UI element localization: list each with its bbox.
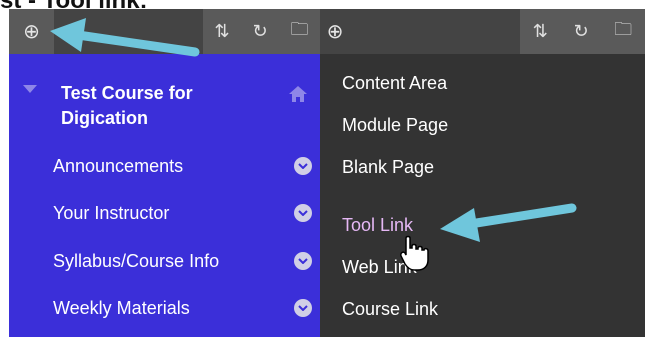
- toolbar-actions: ⇅ ↻ 🗀: [203, 9, 320, 54]
- dropdown-item-content-area[interactable]: Content Area: [342, 68, 447, 98]
- toolbar-actions: ⇅ ↻ 🗀: [520, 9, 645, 54]
- menu-item-label: Announcements: [53, 155, 184, 176]
- add-menu-item-button[interactable]: ⊕: [9, 9, 54, 54]
- plus-circle-icon: ⊕: [326, 21, 344, 43]
- menu-item-your-instructor[interactable]: Your Instructor: [53, 193, 312, 233]
- collapse-caret-icon[interactable]: [23, 85, 37, 93]
- dropdown-item-course-link[interactable]: Course Link: [342, 294, 438, 324]
- home-icon[interactable]: [288, 85, 308, 103]
- dropdown-item-web-link[interactable]: Web Link: [342, 252, 417, 282]
- chevron-down-icon[interactable]: [294, 252, 312, 270]
- dropdown-toolbar: ⊕ ⇅ ↻ 🗀: [320, 9, 645, 54]
- dropdown-item-blank-page[interactable]: Blank Page: [342, 152, 434, 182]
- menu-item-weekly-materials[interactable]: Weekly Materials: [53, 288, 312, 328]
- reorder-arrows-icon[interactable]: ⇅: [533, 21, 548, 42]
- reorder-arrows-icon[interactable]: ⇅: [214, 21, 229, 42]
- dropdown-item-tool-link[interactable]: Tool Link: [342, 210, 413, 240]
- chevron-down-icon[interactable]: [294, 157, 312, 175]
- course-menu: Test Course for Digication Announcements…: [9, 54, 320, 337]
- refresh-icon[interactable]: ↻: [573, 21, 588, 42]
- dropdown-item-label: Tool Link: [342, 214, 414, 235]
- folder-icon[interactable]: 🗀: [291, 17, 309, 47]
- menu-item-syllabus[interactable]: Syllabus/Course Info: [53, 241, 312, 281]
- course-title[interactable]: Test Course for Digication: [61, 81, 251, 131]
- course-menu-toolbar: ⊕ ⇅ ↻ 🗀: [9, 9, 320, 54]
- dropdown-item-label: Course Link: [342, 298, 439, 319]
- refresh-icon[interactable]: ↻: [253, 21, 268, 42]
- plus-circle-icon: ⊕: [23, 21, 40, 43]
- dropdown-item-label: Web Link: [342, 256, 417, 277]
- menu-item-label: Weekly Materials: [53, 297, 190, 318]
- menu-item-label: Your Instructor: [53, 202, 170, 223]
- dropdown-item-module-page[interactable]: Module Page: [342, 110, 448, 140]
- menu-item-announcements[interactable]: Announcements: [53, 146, 312, 186]
- dropdown-item-label: Module Page: [342, 114, 449, 135]
- chevron-down-icon[interactable]: [294, 204, 312, 222]
- add-menu-item-button[interactable]: ⊕: [320, 9, 350, 54]
- menu-item-label: Syllabus/Course Info: [53, 250, 220, 271]
- folder-icon[interactable]: 🗀: [614, 17, 632, 47]
- dropdown-item-label: Blank Page: [342, 156, 435, 177]
- add-menu-dropdown-panel: ⊕ ⇅ ↻ 🗀 Content Area Module Page Blank P…: [320, 9, 645, 337]
- chevron-down-icon[interactable]: [294, 299, 312, 317]
- dropdown-item-label: Content Area: [342, 72, 448, 93]
